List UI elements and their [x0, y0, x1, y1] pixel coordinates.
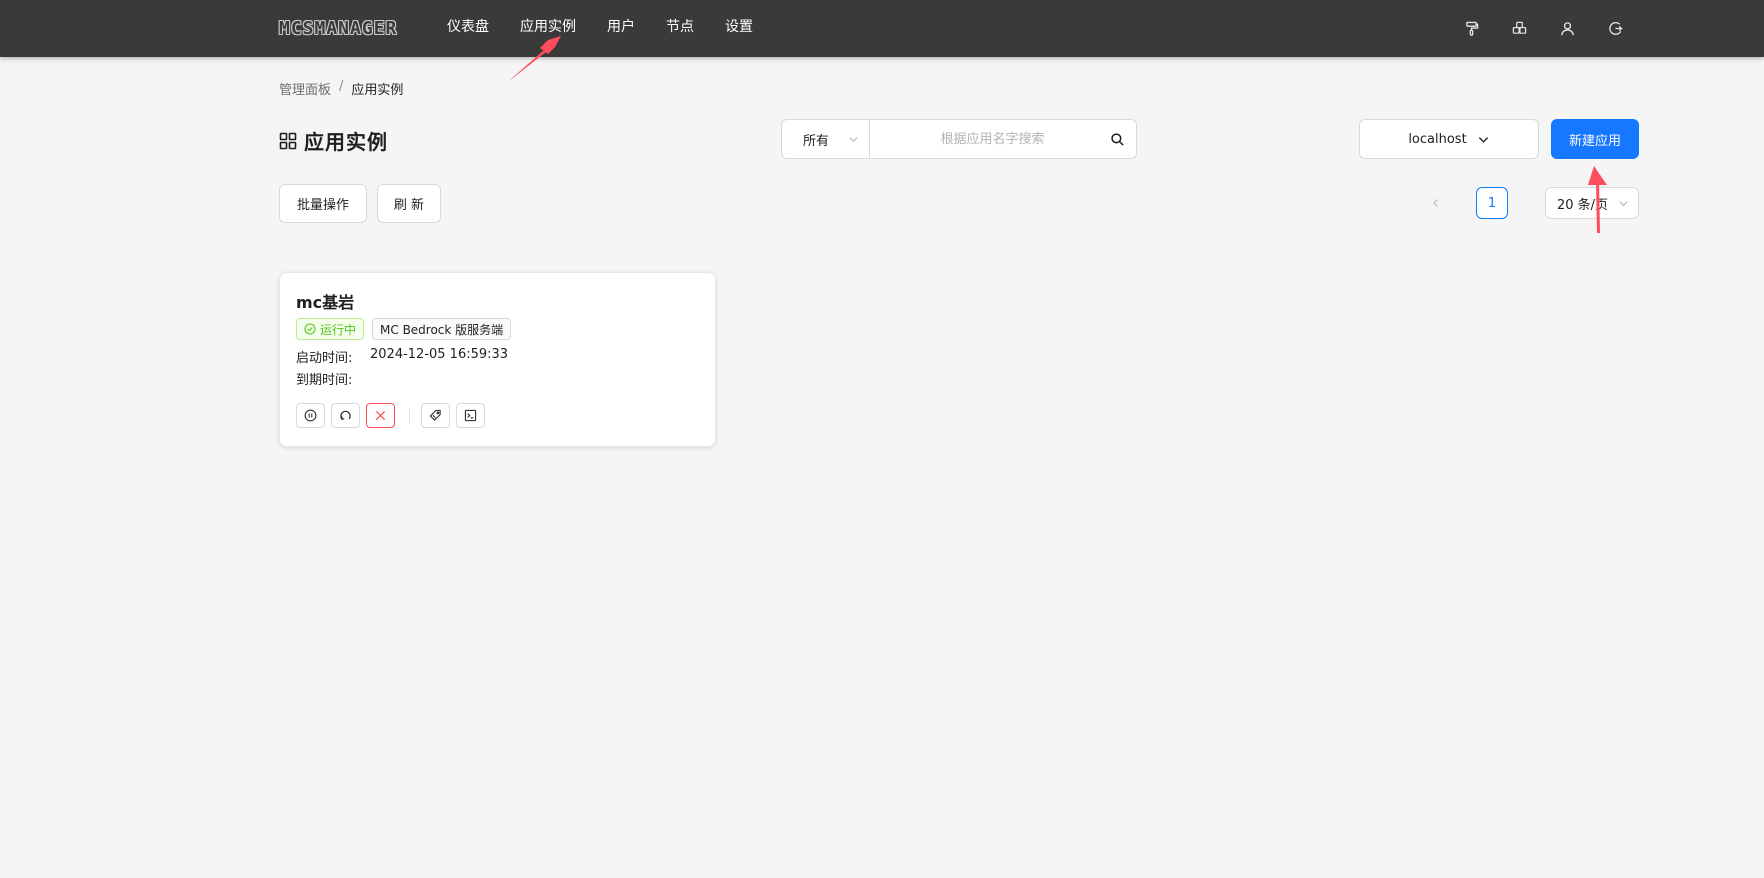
instance-name[interactable]: mc基岩: [296, 289, 354, 313]
header-actions: [1460, 17, 1652, 39]
terminal-button[interactable]: [456, 403, 485, 428]
node-select[interactable]: localhost: [1359, 119, 1539, 159]
tag-button[interactable]: [421, 403, 450, 428]
expire-time-row: 到期时间:: [296, 369, 370, 388]
terminal-icon: [464, 409, 477, 422]
batch-operation-button[interactable]: 批量操作: [279, 184, 367, 223]
status-badge: 运行中: [296, 318, 365, 340]
main-nav: 仪表盘 应用实例 用户 节点 设置: [447, 0, 784, 57]
check-circle-icon: [304, 323, 316, 335]
chevron-down-icon: [849, 137, 858, 143]
breadcrumb-separator: /: [339, 79, 344, 94]
logo-text: MCSMANAGER: [279, 17, 398, 39]
page-number-current[interactable]: 1: [1476, 187, 1508, 219]
logout-icon[interactable]: [1604, 17, 1626, 39]
restart-button[interactable]: [331, 403, 360, 428]
instance-actions: [296, 403, 491, 428]
nav-nodes[interactable]: 节点: [666, 0, 694, 57]
restart-icon: [340, 410, 351, 420]
breadcrumb-current: 应用实例: [351, 83, 404, 98]
cubes-icon[interactable]: [1508, 17, 1530, 39]
action-divider: [409, 407, 410, 424]
instance-tags: 运行中 MC Bedrock 版服务端: [296, 318, 512, 340]
node-select-value: localhost: [1408, 131, 1467, 147]
chevron-down-icon: [1478, 136, 1488, 143]
page-size-select[interactable]: 20 条/页: [1545, 187, 1639, 219]
status-filter-value: 所有: [803, 133, 830, 149]
appstore-icon: [279, 132, 297, 149]
start-time-label: 启动时间:: [296, 351, 353, 366]
refresh-button[interactable]: 刷 新: [377, 184, 441, 223]
create-instance-button[interactable]: 新建应用: [1551, 119, 1639, 159]
start-time-value: 2024-12-05 16:59:33: [370, 347, 509, 362]
kill-button[interactable]: [366, 403, 395, 428]
instance-filter: 所有: [781, 119, 1137, 159]
expire-time-label: 到期时间:: [296, 373, 353, 388]
breadcrumb: 管理面板 / 应用实例: [279, 79, 403, 98]
tags-icon: [429, 409, 441, 421]
chevron-left-icon: [1433, 199, 1438, 207]
top-navbar: MCSMANAGER 仪表盘 应用实例 用户 节点 设置: [0, 0, 1764, 57]
stop-button[interactable]: [296, 403, 325, 428]
nav-settings[interactable]: 设置: [725, 0, 753, 57]
user-icon[interactable]: [1556, 17, 1578, 39]
prev-page-button[interactable]: [1420, 187, 1452, 219]
instance-card[interactable]: mc基岩 运行中 MC Bedrock 版服务端 启动时间: 2024-12-0…: [279, 272, 716, 447]
nav-instances[interactable]: 应用实例: [520, 0, 576, 57]
page-size-value: 20 条/页: [1557, 197, 1609, 213]
chevron-down-icon: [1619, 201, 1628, 207]
paint-roller-icon[interactable]: [1460, 17, 1482, 39]
status-filter-select[interactable]: 所有: [781, 119, 870, 159]
breadcrumb-panel-link[interactable]: 管理面板: [279, 79, 331, 98]
search-box: [870, 119, 1137, 159]
nav-dashboard[interactable]: 仪表盘: [447, 0, 489, 57]
page-title-wrap: 应用实例: [279, 126, 388, 155]
stop-icon: [304, 409, 317, 422]
start-time-row: 启动时间: 2024-12-05 16:59:33: [296, 347, 508, 366]
pagination: 1: [1420, 187, 1564, 219]
search-input[interactable]: [870, 120, 1095, 158]
status-text: 运行中: [320, 322, 357, 337]
mcsmanager-logo[interactable]: MCSMANAGER: [279, 17, 397, 39]
instance-type-badge: MC Bedrock 版服务端: [372, 318, 512, 340]
close-icon: [375, 410, 386, 421]
nav-users[interactable]: 用户: [607, 0, 635, 57]
page-title: 应用实例: [304, 130, 388, 154]
search-icon[interactable]: [1110, 132, 1125, 147]
